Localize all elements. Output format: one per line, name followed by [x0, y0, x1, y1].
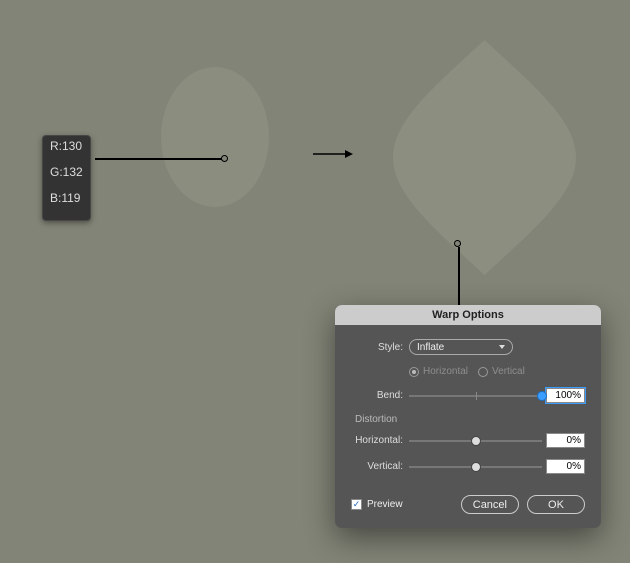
color-b: B: 119: [50, 191, 83, 206]
dialog-body: Style: Inflate Horizontal Vertical Bend:: [335, 325, 601, 489]
preview-label: Preview: [367, 499, 403, 510]
style-label: Style:: [351, 342, 409, 353]
leader-line: [458, 247, 460, 307]
color-r: R: 130: [50, 139, 83, 154]
ellipse-shape: [161, 67, 269, 207]
arrow-icon: [313, 148, 353, 160]
dist-v-label: Vertical:: [351, 461, 409, 472]
dist-h-row: Horizontal: 0%: [351, 433, 585, 448]
dialog-title: Warp Options: [335, 305, 601, 325]
bend-label: Bend:: [351, 390, 409, 401]
radio-vertical[interactable]: Vertical: [478, 366, 525, 377]
dist-h-slider[interactable]: [409, 434, 542, 448]
dist-v-row: Vertical: 0%: [351, 459, 585, 474]
style-row: Style: Inflate: [351, 339, 585, 355]
dist-h-label: Horizontal:: [351, 435, 409, 446]
preview-checkbox[interactable]: ✓: [351, 499, 362, 510]
color-g: G: 132: [50, 165, 83, 180]
dist-v-slider[interactable]: [409, 460, 542, 474]
inflated-shape: [393, 40, 576, 275]
dist-v-value-input[interactable]: 0%: [546, 459, 585, 474]
orientation-row: Horizontal Vertical: [409, 366, 585, 377]
radio-horizontal[interactable]: Horizontal: [409, 366, 468, 377]
distortion-label: Distortion: [355, 414, 585, 425]
dist-h-value-input[interactable]: 0%: [546, 433, 585, 448]
radio-dot-icon: [478, 367, 488, 377]
warp-options-dialog: Warp Options Style: Inflate Horizontal V…: [335, 305, 601, 528]
cancel-button[interactable]: Cancel: [461, 495, 519, 514]
leader-dot: [221, 155, 228, 162]
leader-dot: [454, 240, 461, 247]
radio-dot-icon: [409, 367, 419, 377]
bend-value-input[interactable]: 100%: [546, 388, 585, 403]
style-select[interactable]: Inflate: [409, 339, 513, 355]
color-tooltip: R: 130 G: 132 B: 119: [42, 135, 91, 221]
bend-row: Bend: 100%: [351, 388, 585, 403]
dialog-footer: ✓ Preview Cancel OK: [335, 489, 601, 514]
style-value: Inflate: [417, 342, 444, 353]
leader-line: [95, 158, 225, 160]
ok-button[interactable]: OK: [527, 495, 585, 514]
bend-slider[interactable]: [409, 389, 542, 403]
